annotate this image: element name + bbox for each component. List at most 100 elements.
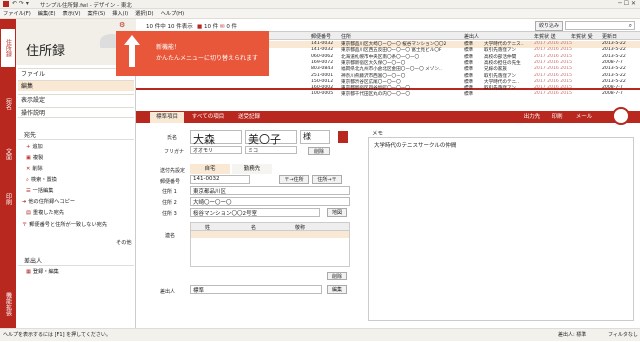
search-replace-item[interactable]: ⌕ 検索・置換 [26, 176, 134, 184]
table-cell: 2008-7-7 [602, 59, 623, 65]
menu-item[interactable]: ファイル(F) [3, 9, 31, 19]
address3-input[interactable]: 桜谷マンション〇〇2号室 [190, 208, 320, 217]
address-to-zip-button[interactable]: 住所→〒 [312, 175, 342, 184]
table-cell: 2013-5-22 [602, 41, 626, 46]
arrow-right-icon: ➜ [22, 199, 27, 205]
print-button[interactable]: 印刷 [546, 112, 568, 123]
col-nenga-sent[interactable]: 年賀状 送 [534, 33, 556, 40]
arrow-stem [129, 45, 135, 67]
send-setting-label: 送付先設定 [160, 168, 186, 174]
surname-input[interactable]: 大森 [190, 130, 242, 146]
add-icon: + [26, 144, 31, 150]
zip-mismatch-item[interactable]: 〒郵便番号と住所が一致しない宛先 [22, 221, 130, 229]
joint-delete-button[interactable]: 削除 [327, 272, 347, 280]
joint-names-row[interactable] [191, 231, 349, 238]
home-toggle[interactable]: 自宅 [190, 164, 230, 174]
left-tab-address-book[interactable]: 住所録 [1, 29, 15, 67]
delete-address-item[interactable]: ✕ 削除 [26, 165, 134, 173]
table-cell: 神奈川県藤沢市西富〇ー〇ー〇 [341, 73, 406, 79]
more-link[interactable]: その他 [116, 239, 132, 246]
col-zip[interactable]: 郵便番号 [311, 33, 331, 40]
table-cell: 2017 2016 2015 [534, 66, 572, 72]
gear-icon[interactable]: ⚙ [119, 21, 125, 29]
table-cell: 2017 2016 2015 [534, 91, 572, 97]
duplicate-recipients-item[interactable]: ▤ 重複した宛先 [26, 209, 134, 217]
table-row[interactable]: 100-0005 東京都千代田区丸の内〇ー〇ー〇 標準 2017 2016 2015 2… [136, 91, 640, 98]
address1-input[interactable]: 東京都品川区 [190, 186, 350, 195]
sidebar-menu-edit[interactable]: 編集 [18, 80, 134, 91]
given-name-input[interactable]: 美〇子 [245, 130, 297, 146]
menu-item[interactable]: 挿入(I) [112, 9, 128, 19]
sidebar-menu-help[interactable]: 操作説明 [18, 107, 134, 118]
col-sender[interactable]: 差出人 [464, 33, 479, 40]
item-label: 登録・編集 [32, 269, 59, 275]
filter-button[interactable]: 絞り込み [535, 21, 563, 31]
table-cell: 2013-5-22 [602, 66, 626, 72]
sidebar-menu-view-settings[interactable]: 表示設定 [18, 94, 134, 105]
address2-input[interactable]: 大崎〇ー〇ー〇 [190, 197, 350, 206]
left-tab-extensions[interactable]: 機能拡張 [1, 284, 15, 324]
new-feature-popup[interactable]: 新機能！ かんたんメニューに切り替えられます [116, 31, 269, 76]
sender-label: 差出人 [160, 289, 176, 295]
popup-title: 新機能！ [156, 44, 181, 51]
tab-send-log[interactable]: 送受記録 [232, 112, 266, 123]
furigana-given-input[interactable]: ミコ [245, 146, 297, 154]
table-cell: 150-0012 [311, 78, 334, 84]
memo-textarea[interactable]: 大学時代のテニスサークルの仲間 [368, 137, 634, 321]
zip-mark-icon: 〒 [22, 222, 28, 228]
menu-item[interactable]: 選択(D) [135, 9, 153, 19]
table-cell: 251-0001 [311, 72, 334, 78]
sender-edit-button[interactable]: 編集 [327, 285, 347, 294]
item-label: 検索・置換 [30, 177, 57, 183]
table-cell: 803-0843 [311, 66, 334, 72]
table-cell: 兄嫁の家族 [484, 67, 507, 73]
search-icon: ⌕ [628, 22, 632, 29]
menu-item[interactable]: 案件(S) [87, 9, 105, 19]
joint-col-given: 名 [251, 225, 257, 231]
arrow-up-icon [124, 35, 140, 45]
table-cell: 福岡県北九州市小倉北区金田〇ー〇ー〇 メゾン.. [341, 67, 442, 73]
menu-item[interactable]: 表示(V) [63, 9, 81, 19]
col-updated[interactable]: 更新日 [602, 33, 617, 40]
zip-input[interactable]: 141-0032 [190, 175, 250, 184]
copy-to-other-book-item[interactable]: ➜ 他の住所録へコピー [22, 198, 130, 206]
col-nenga-received[interactable]: 年賀状 受 [571, 33, 593, 40]
joint-col-honorific: 敬称 [295, 225, 306, 231]
item-label: 重複した宛先 [32, 210, 65, 216]
flag-count-value: 10 件 [203, 24, 219, 30]
output-button[interactable]: 出力先 [521, 112, 543, 123]
menu-item[interactable]: ヘルプ(H) [161, 9, 185, 19]
record-count: 10 件中 10 件表示 [146, 24, 193, 30]
quick-access-icons[interactable]: ↶ ↷ ▾ [12, 0, 29, 7]
memo-text: 大学時代のテニスサークルの仲間 [374, 143, 457, 149]
item-label: 郵便番号と住所が一致しない宛先 [29, 222, 108, 228]
status-sender: 差出人: 標準 [558, 332, 587, 338]
left-tab-print[interactable]: 印刷 [1, 184, 15, 214]
zip-to-address-button[interactable]: 〒→住所 [279, 175, 309, 184]
work-toggle[interactable]: 勤務先 [232, 164, 272, 174]
left-tab-body[interactable]: 文面 [1, 139, 15, 169]
window-controls[interactable]: ─ ☐ ✕ [618, 0, 636, 7]
flag-icon: ■ [197, 24, 203, 30]
menu-item[interactable]: 編集(E) [38, 9, 56, 19]
delete-name-button[interactable]: 削除 [308, 147, 330, 155]
bulk-edit-item[interactable]: ☰ 一括編集 [26, 187, 134, 195]
item-label: 複製 [32, 155, 44, 161]
col-address[interactable]: 住所 [341, 33, 351, 40]
left-tab-recipient[interactable]: 宛名 [1, 89, 15, 119]
card-view-icon[interactable] [612, 107, 630, 125]
honorific-select[interactable]: 様 [300, 130, 330, 144]
tab-standard[interactable]: 標準項目 [150, 112, 184, 123]
map-button[interactable]: 地図 [327, 208, 347, 217]
duplicate-address-item[interactable]: ▣ 複製 [26, 154, 134, 162]
table-cell: 取引先落窪アン [484, 86, 516, 92]
mail-button[interactable]: メール [572, 112, 596, 123]
tab-all-items[interactable]: すべての項目 [188, 112, 228, 123]
table-cell: 169-0072 [311, 59, 334, 65]
sender-register-item[interactable]: ▦ 登録・編集 [26, 268, 134, 276]
sender-select[interactable]: 標準 [190, 285, 322, 294]
add-address-item[interactable]: + 追加 [26, 143, 134, 151]
furigana-surname-input[interactable]: オオモリ [190, 146, 242, 154]
address-card-icon[interactable] [338, 131, 348, 143]
search-input[interactable]: ⌕ [565, 21, 635, 30]
